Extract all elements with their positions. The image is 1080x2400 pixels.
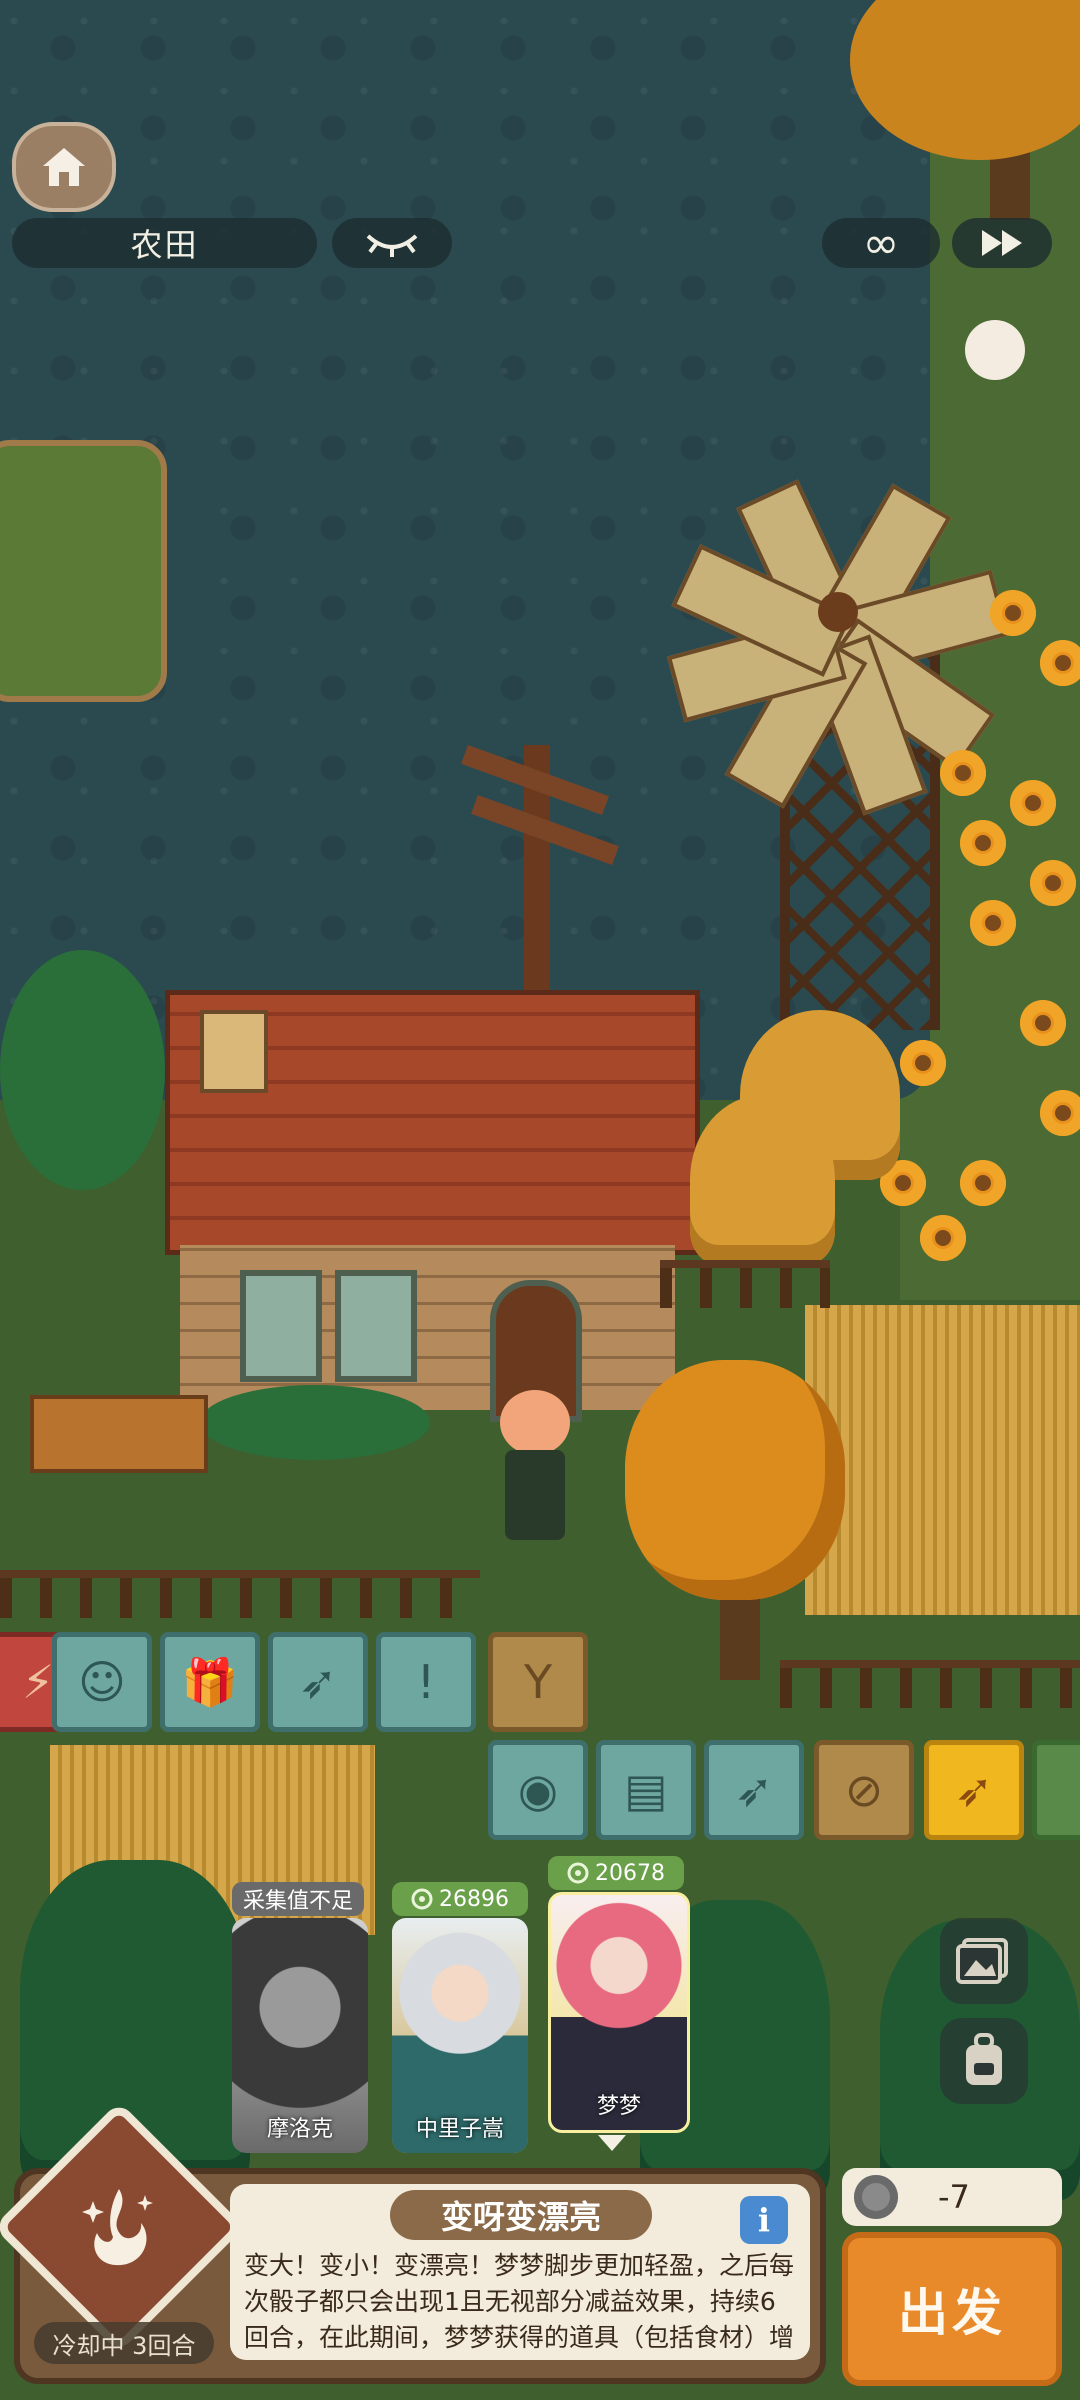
card-badge-text: 20678 [595, 1860, 665, 1886]
sunflower [1030, 860, 1076, 906]
cooldown-label: 冷却中 3回合 [34, 2322, 214, 2364]
card-badge: 26896 [392, 1882, 528, 1916]
lightning-icon: ⚡ [21, 1655, 55, 1709]
character-head [500, 1390, 570, 1455]
skill-description: 变大！变小！变漂亮！梦梦脚步更加轻盈，之后每次骰子都只会出现1且无视部分减益效果… [244, 2251, 795, 2360]
energy-icon [567, 1862, 589, 1884]
board-tile [1032, 1740, 1080, 1840]
sunflower [970, 900, 1016, 946]
carrot-icon: ➶ [734, 1763, 774, 1817]
skill-title: 变呀变漂亮 [390, 2190, 652, 2240]
sunflower [900, 1040, 946, 1086]
sunflower [920, 1215, 966, 1261]
game-scene [0, 0, 1080, 2400]
selection-pointer [598, 2135, 626, 2151]
wheat-field [805, 1305, 1080, 1615]
card-name: 梦梦 [596, 2094, 641, 2119]
fast-forward-button[interactable] [952, 218, 1052, 268]
sunflower [1020, 1000, 1066, 1046]
info-button[interactable]: i [740, 2196, 788, 2244]
board-tile: Y [488, 1632, 588, 1732]
character-body [505, 1450, 565, 1540]
skill-description-box: 变呀变漂亮 i 变大！变小！变漂亮！梦梦脚步更加轻盈，之后每次骰子都只会出现1且… [230, 2184, 810, 2360]
fence [0, 1570, 480, 1618]
house-window [335, 1270, 417, 1382]
info-icon: i [757, 2201, 771, 2239]
windmill-hub [818, 592, 858, 632]
gift-icon: 🎁 [181, 1655, 239, 1709]
box-icon: ▤ [624, 1763, 668, 1817]
card-badge-text: 26896 [439, 1886, 509, 1912]
sunflower [990, 590, 1036, 636]
board-tile: ➶ [924, 1740, 1024, 1840]
board-tile: ⊘ [814, 1740, 914, 1840]
backpack-icon [966, 2033, 1002, 2085]
card-badge: 20678 [548, 1856, 684, 1890]
card-name: 摩洛克 [266, 2117, 333, 2142]
board-tile: ▤ [596, 1740, 696, 1840]
board-tile: ➶ [704, 1740, 804, 1840]
cat-face-icon: ☺ [78, 1655, 126, 1709]
sunflower [960, 820, 1006, 866]
backpack-button[interactable] [940, 2018, 1028, 2104]
exclamation-icon: ! [416, 1655, 436, 1709]
board-tile: ➶ [268, 1632, 368, 1732]
character-card[interactable]: 中里子嵩 [392, 1918, 528, 2153]
gamepad-icon: ◉ [517, 1763, 559, 1817]
sunflower [1040, 640, 1080, 686]
cost-value: -7 [938, 2178, 970, 2216]
album-icon [956, 1938, 1008, 1984]
sunflower [1040, 1090, 1080, 1136]
sunflower [1010, 780, 1056, 826]
board-tile: 🎁 [160, 1632, 260, 1732]
house-chimney [200, 1010, 268, 1093]
board-tile: ☺ [52, 1632, 152, 1732]
forbidden-icon: ⊘ [844, 1763, 884, 1817]
shrub [200, 1385, 430, 1460]
fast-forward-icon [982, 230, 1022, 256]
character-card[interactable]: 摩洛克 [232, 1918, 368, 2153]
sunflower [960, 1160, 1006, 1206]
card-name: 中里子嵩 [415, 2117, 504, 2142]
board-tile: ◉ [488, 1740, 588, 1840]
album-button[interactable] [940, 1918, 1028, 2004]
branch-icon: Y [523, 1655, 553, 1709]
card-badge-text: 采集值不足 [242, 1889, 353, 1914]
fruit-tree [0, 950, 165, 1190]
auto-play-button[interactable]: ∞ [822, 217, 940, 269]
energy-coin-icon [854, 2175, 898, 2219]
card-badge: 采集值不足 [232, 1882, 364, 1916]
sunflower [940, 750, 986, 796]
home-button[interactable] [12, 122, 116, 212]
fence [660, 1260, 830, 1308]
haystack [690, 1095, 835, 1265]
go-button[interactable]: 出发 [842, 2232, 1062, 2386]
board-tile: ! [376, 1632, 476, 1732]
location-label: 农田 [12, 218, 317, 268]
energy-icon [411, 1888, 433, 1910]
infinity-icon: ∞ [862, 217, 900, 269]
character-card-selected[interactable]: 梦梦 [548, 1892, 690, 2133]
player-character [490, 1390, 580, 1570]
autumn-tree [625, 1360, 845, 1600]
carrot-icon: ➶ [298, 1655, 338, 1709]
toggle-view-button[interactable] [332, 218, 452, 268]
flame-sparkle-icon [67, 2175, 171, 2279]
house-window [240, 1270, 322, 1382]
carrot-icon: ➶ [954, 1763, 994, 1817]
chicken [965, 320, 1025, 380]
home-icon [43, 148, 85, 186]
cost-display: -7 [842, 2168, 1062, 2226]
eye-closed-icon [366, 234, 418, 257]
small-island [0, 440, 167, 702]
bench [30, 1395, 208, 1473]
fence [780, 1660, 1080, 1708]
